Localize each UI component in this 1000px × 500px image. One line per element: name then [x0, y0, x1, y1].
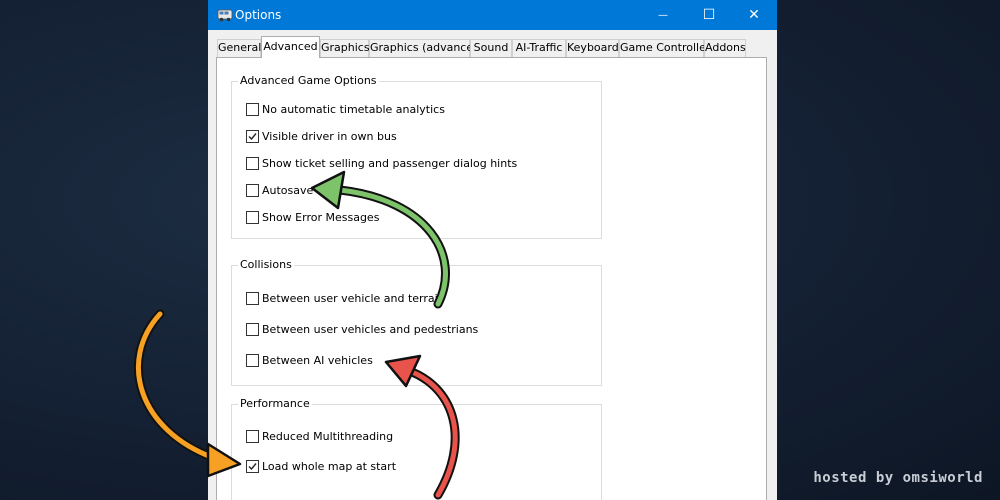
- option-label: Between AI vehicles: [262, 354, 373, 367]
- option-reduced-multithreading[interactable]: Reduced Multithreading: [246, 430, 393, 443]
- collisions-group: Collisions Between user vehicle and terr…: [231, 258, 602, 386]
- checkbox[interactable]: [246, 292, 259, 305]
- checkbox[interactable]: [246, 157, 259, 170]
- option-load-whole-map[interactable]: Load whole map at start: [246, 460, 396, 473]
- tab-advanced[interactable]: Advanced: [261, 36, 320, 58]
- maximize-icon: ☐: [702, 7, 716, 23]
- option-autosave[interactable]: Autosave: [246, 184, 313, 197]
- option-label: Between user vehicle and terrain: [262, 292, 445, 305]
- tab-graphics[interactable]: Graphics: [320, 39, 370, 57]
- option-collision-terrain[interactable]: Between user vehicle and terrain: [246, 292, 445, 305]
- tab-graphics-advanced[interactable]: Graphics (advanced): [369, 39, 484, 57]
- checkbox[interactable]: [246, 354, 259, 367]
- group-title: Advanced Game Options: [238, 74, 379, 87]
- checkmark-icon: [248, 133, 257, 141]
- tab-addons[interactable]: Addons: [704, 39, 746, 57]
- bus-app-icon: [217, 7, 233, 23]
- performance-group: Performance Reduced Multithreading Load …: [231, 397, 602, 500]
- tab-strip: General Advanced Graphics Graphics (adva…: [208, 36, 777, 58]
- group-title: Performance: [238, 397, 312, 410]
- minimize-button[interactable]: —: [640, 0, 686, 30]
- option-label: No automatic timetable analytics: [262, 103, 445, 116]
- option-no-timetable-analytics[interactable]: No automatic timetable analytics: [246, 103, 445, 116]
- close-icon: ✕: [748, 7, 760, 23]
- tab-general[interactable]: General: [217, 39, 261, 57]
- option-ticket-hints[interactable]: Show ticket selling and passenger dialog…: [246, 157, 517, 170]
- option-visible-driver[interactable]: Visible driver in own bus: [246, 130, 397, 143]
- option-label: Reduced Multithreading: [262, 430, 394, 443]
- tab-keyboard[interactable]: Keyboard: [566, 39, 619, 57]
- watermark-text: hosted by omsiworld: [813, 470, 983, 486]
- option-label: Show Error Messages: [262, 211, 380, 224]
- group-title: Collisions: [238, 258, 294, 271]
- checkbox[interactable]: [246, 211, 259, 224]
- close-button[interactable]: ✕: [731, 0, 777, 30]
- checkbox[interactable]: [246, 323, 259, 336]
- option-label: Show ticket selling and passenger dialog…: [262, 157, 518, 170]
- title-bar[interactable]: Options — ☐ ✕: [208, 0, 777, 30]
- tab-game-controller[interactable]: Game Controller: [619, 39, 710, 57]
- checkbox[interactable]: [246, 430, 259, 443]
- option-label: Visible driver in own bus: [262, 130, 397, 143]
- option-label: Load whole map at start: [262, 460, 397, 473]
- option-collision-ai-vehicles[interactable]: Between AI vehicles: [246, 354, 373, 367]
- advanced-tab-panel: Advanced Game Options No automatic timet…: [216, 57, 767, 500]
- tab-ai-traffic[interactable]: AI-Traffic: [512, 39, 566, 57]
- option-show-error-messages[interactable]: Show Error Messages: [246, 211, 379, 224]
- checkbox[interactable]: [246, 103, 259, 116]
- advanced-game-options-group: Advanced Game Options No automatic timet…: [231, 74, 602, 239]
- checkbox[interactable]: [246, 184, 259, 197]
- option-label: Autosave: [262, 184, 314, 197]
- checkmark-icon: [248, 463, 257, 471]
- checkbox[interactable]: [246, 130, 259, 143]
- options-window: Options — ☐ ✕ General Advanced Graphics …: [208, 0, 777, 500]
- option-label: Between user vehicles and pedestrians: [262, 323, 479, 336]
- window-title: Options: [235, 8, 282, 22]
- tab-sound[interactable]: Sound: [470, 39, 512, 57]
- minimize-icon: —: [658, 9, 668, 21]
- checkbox[interactable]: [246, 460, 259, 473]
- option-collision-pedestrians[interactable]: Between user vehicles and pedestrians: [246, 323, 478, 336]
- maximize-button[interactable]: ☐: [686, 0, 732, 30]
